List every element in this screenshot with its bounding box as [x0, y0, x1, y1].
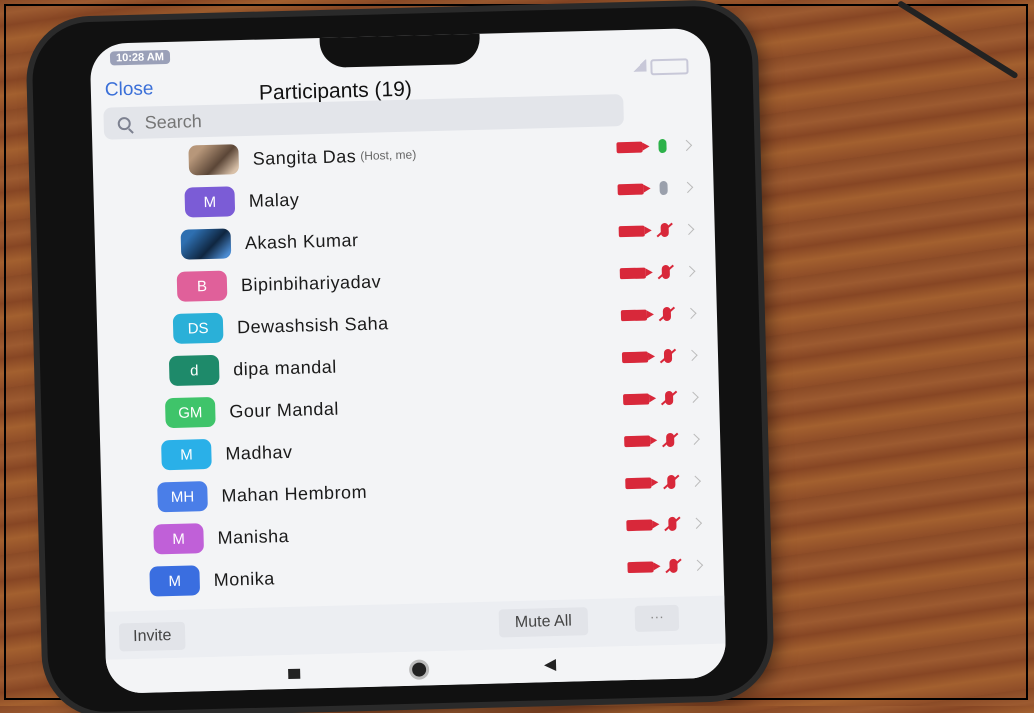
participant-name: Mahan Hembrom	[221, 481, 368, 506]
video-off-icon	[626, 518, 653, 531]
avatar: M	[149, 565, 201, 597]
participant-status	[622, 390, 699, 406]
avatar: M	[153, 523, 205, 555]
video-off-icon	[619, 267, 646, 279]
chevron-right-icon	[683, 223, 695, 236]
video-off-icon	[620, 309, 648, 321]
avatar	[188, 144, 240, 176]
chevron-right-icon	[687, 391, 699, 403]
participant-name: Madhav	[225, 441, 293, 464]
mute-all-button[interactable]: Mute All	[498, 607, 589, 638]
participant-status	[626, 516, 703, 532]
participant-name: Gour Mandal	[229, 398, 340, 421]
chevron-right-icon	[685, 307, 697, 320]
participant-status	[625, 474, 701, 490]
avatar	[180, 228, 232, 260]
back-icon[interactable]	[543, 659, 557, 672]
mic-icon	[658, 138, 667, 154]
avatar: M	[184, 186, 236, 218]
participant-status	[621, 348, 698, 364]
signal-icon	[632, 59, 647, 72]
chevron-right-icon	[688, 433, 700, 445]
video-off-icon	[622, 392, 650, 405]
video-off-icon	[617, 183, 644, 195]
mic-muted-icon	[661, 264, 670, 280]
participant-name: Malay	[248, 189, 300, 211]
video-off-icon	[624, 434, 651, 447]
search-input[interactable]	[142, 100, 547, 135]
more-options-button[interactable]: ···	[634, 604, 680, 632]
participant-name: Akash Kumar	[244, 229, 359, 253]
participant-name: Manisha	[217, 525, 290, 548]
avatar: GM	[164, 396, 216, 429]
invite-button[interactable]: Invite	[118, 621, 186, 652]
mic-icon	[659, 180, 668, 196]
home-icon[interactable]	[411, 662, 427, 677]
participant-list: Sangita Das (Host, me) M Malay Akash Kumar B B…	[92, 126, 724, 604]
mic-muted-icon	[666, 432, 675, 448]
chevron-right-icon	[690, 517, 703, 529]
search-icon	[117, 116, 131, 130]
video-off-icon	[621, 351, 649, 363]
participant-status	[616, 138, 693, 154]
participant-name: Bipinbihariyadav	[240, 270, 382, 295]
participant-status	[627, 558, 704, 574]
mic-muted-icon	[660, 222, 669, 238]
mic-muted-icon	[662, 306, 672, 322]
mic-muted-icon	[667, 474, 676, 490]
participant-status	[618, 222, 695, 238]
chevron-right-icon	[691, 559, 704, 571]
video-off-icon	[627, 560, 654, 573]
camera-notch	[319, 29, 481, 68]
participant-status	[619, 264, 696, 280]
participant-status	[617, 180, 694, 196]
participant-name: Sangita Das	[252, 145, 357, 169]
avatar: B	[176, 270, 228, 302]
avatar: M	[161, 438, 212, 471]
mic-muted-icon	[669, 558, 678, 574]
participant-name: Monika	[213, 567, 275, 590]
phone: 10:28 AM Close Participants (19) Sangita…	[31, 4, 769, 713]
recent-apps-icon[interactable]	[288, 668, 301, 680]
battery-icon	[650, 58, 689, 76]
chevron-right-icon	[686, 349, 698, 362]
chevron-right-icon	[689, 475, 701, 487]
participant-name: dipa mandal	[232, 356, 338, 379]
video-off-icon	[618, 225, 645, 237]
video-off-icon	[625, 476, 652, 489]
participant-status	[624, 432, 700, 448]
mic-muted-icon	[668, 516, 677, 532]
video-off-icon	[616, 141, 643, 153]
mic-muted-icon	[663, 348, 673, 364]
participant-role: (Host, me)	[360, 147, 417, 163]
avatar: d	[168, 354, 220, 387]
participant-status	[620, 306, 697, 322]
chevron-right-icon	[684, 265, 696, 278]
avatar: DS	[172, 312, 224, 344]
mic-muted-icon	[664, 390, 674, 406]
avatar: MH	[157, 481, 208, 513]
chevron-right-icon	[681, 181, 694, 194]
phone-screen: 10:28 AM Close Participants (19) Sangita…	[89, 27, 727, 694]
status-time: 10:28 AM	[109, 49, 171, 66]
participant-name: Dewashsish Saha	[236, 312, 389, 337]
chevron-right-icon	[680, 139, 693, 152]
close-button[interactable]: Close	[105, 78, 154, 101]
